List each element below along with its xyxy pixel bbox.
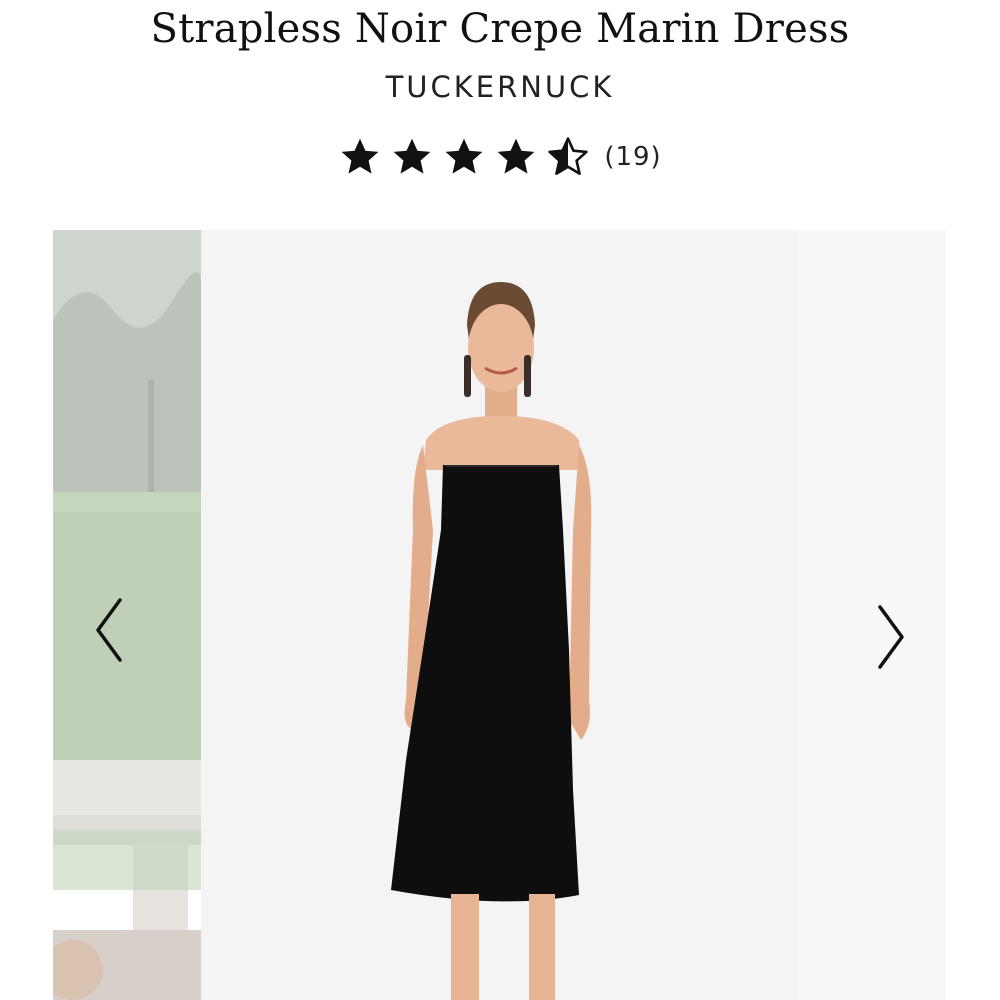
review-count[interactable]: (19): [604, 142, 661, 172]
star-full-icon: [494, 136, 538, 178]
gallery-main-image[interactable]: [201, 230, 798, 1000]
rating-summary[interactable]: (19): [0, 136, 1000, 178]
brand-link[interactable]: TUCKERNUCK: [0, 70, 1000, 104]
chevron-right-icon[interactable]: [870, 602, 910, 672]
image-gallery: [0, 230, 1000, 1000]
product-title: Strapless Noir Crepe Marin Dress: [150, 6, 850, 52]
star-full-icon: [338, 136, 382, 178]
star-half-icon: [546, 136, 590, 178]
star-full-icon: [390, 136, 434, 178]
model-black-strapless-dress-photo: [391, 282, 592, 1000]
product-page: Strapless Noir Crepe Marin Dress TUCKERN…: [0, 0, 1000, 1000]
star-full-icon: [442, 136, 486, 178]
chevron-left-icon[interactable]: [90, 595, 130, 665]
